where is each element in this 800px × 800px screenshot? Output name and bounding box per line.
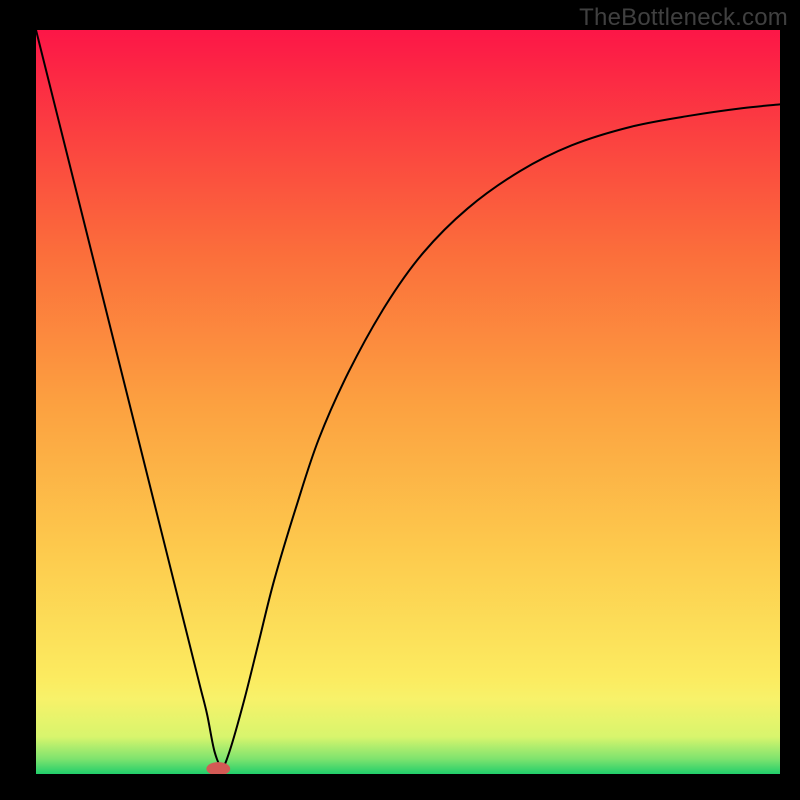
chart-frame: TheBottleneck.com: [0, 0, 800, 800]
watermark-text: TheBottleneck.com: [579, 4, 788, 32]
chart-svg: [36, 30, 780, 774]
plot-area: [36, 30, 780, 774]
gradient-background: [36, 30, 780, 774]
